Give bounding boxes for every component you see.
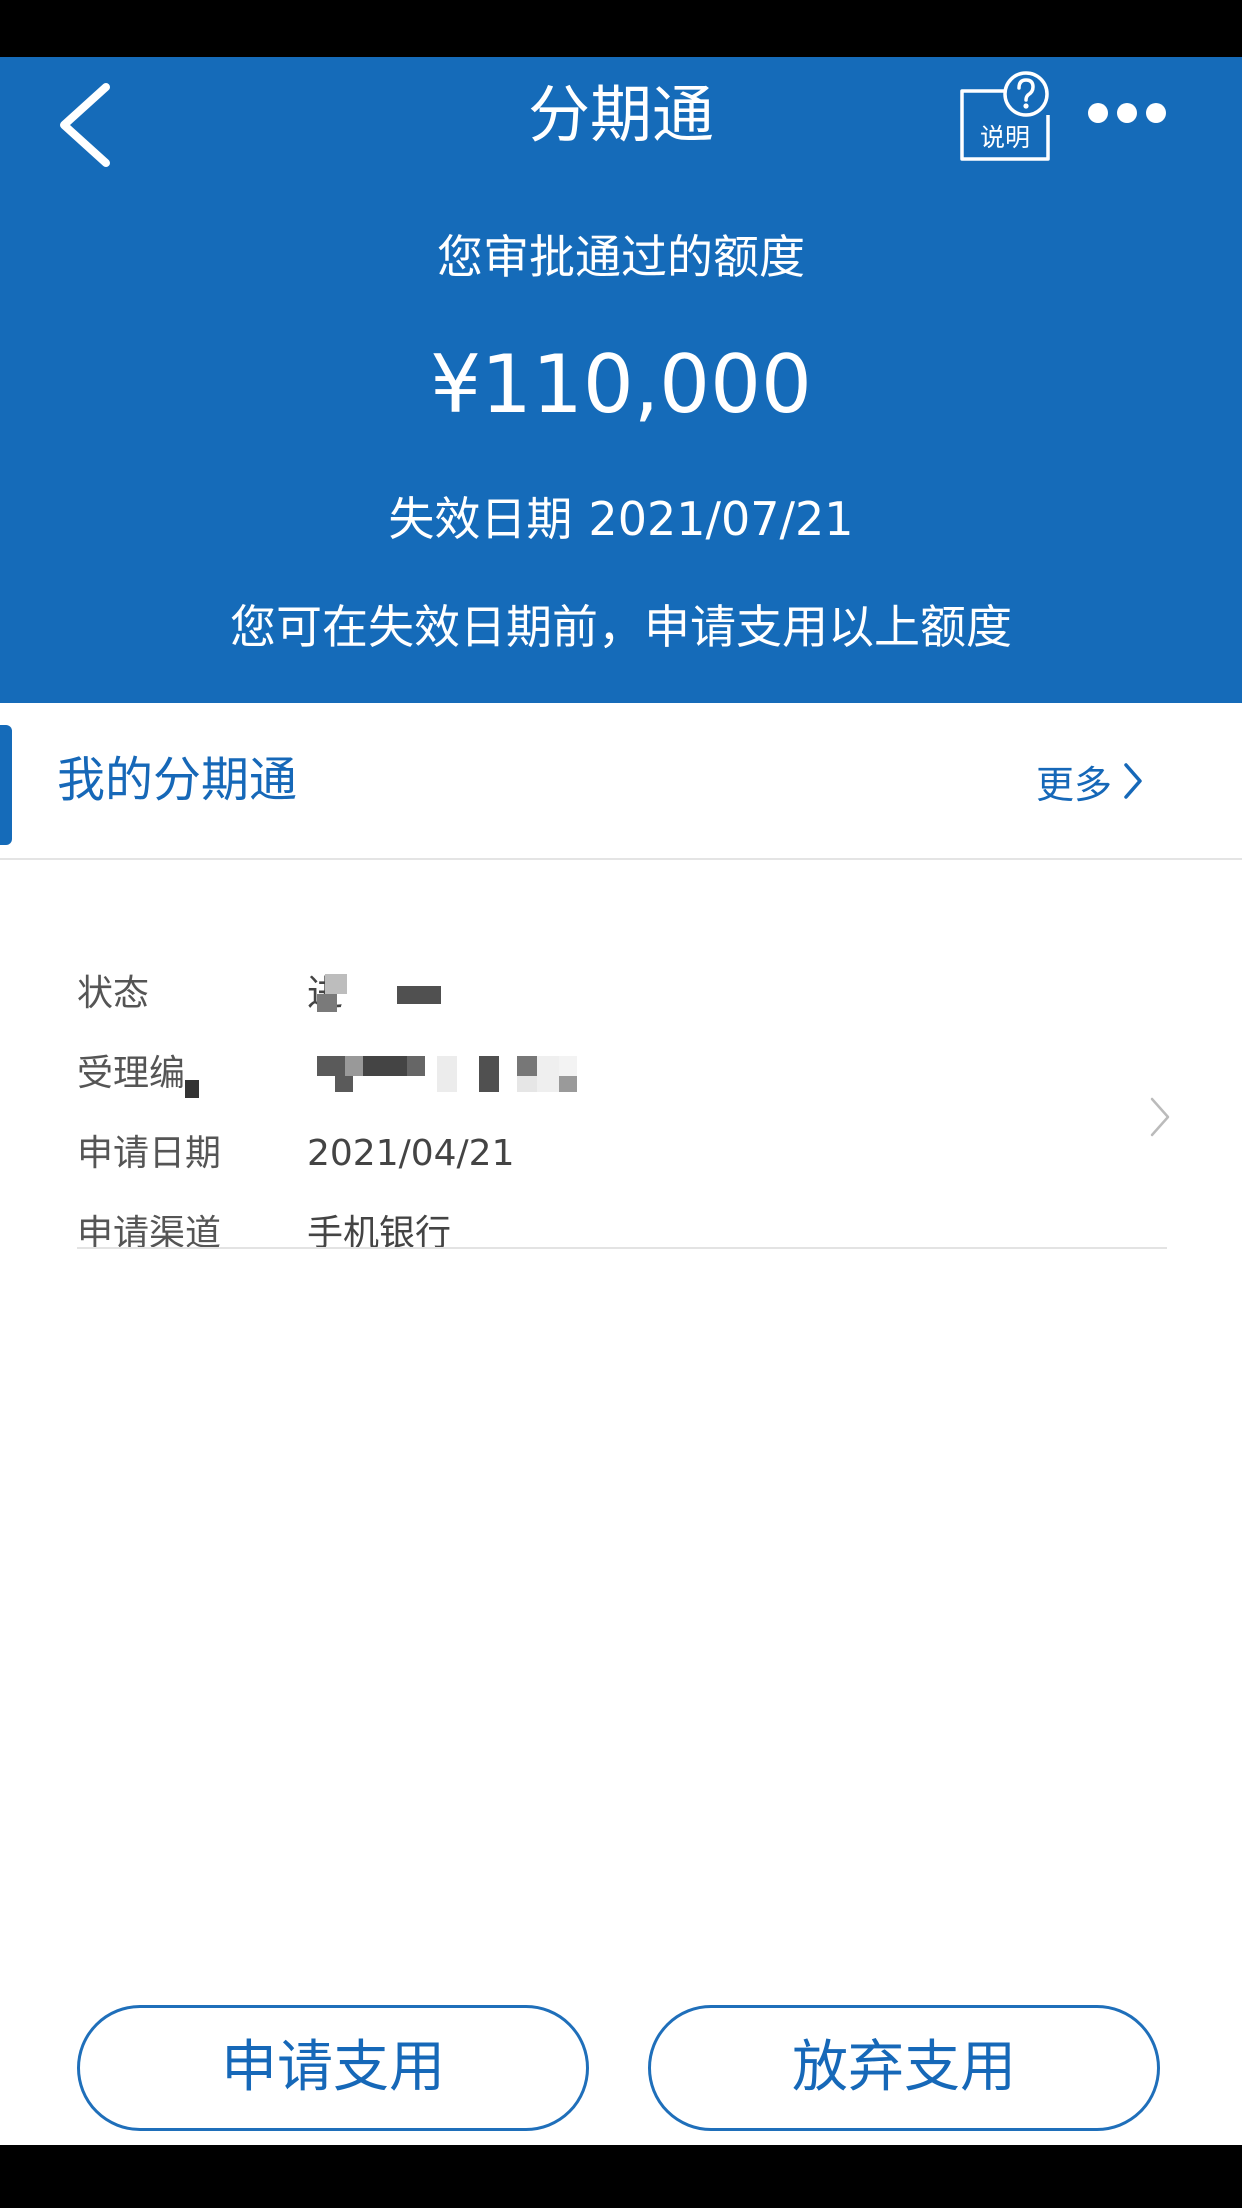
help-label: 说明 xyxy=(979,123,1030,152)
channel-row: 申请渠道 手机银行 xyxy=(77,1206,1077,1262)
channel-label: 申请渠道 xyxy=(77,1213,222,1254)
status-row: 状态 进 xyxy=(77,966,1077,1022)
installment-record[interactable]: 状态 进 受理编 xyxy=(0,860,1242,1254)
apply-drawdown-button[interactable]: 申请支用 xyxy=(77,2005,589,2131)
more-link-label: 更多 xyxy=(1036,762,1113,807)
more-dots-icon xyxy=(1088,103,1166,123)
more-link[interactable]: 更多 xyxy=(1036,753,1146,809)
more-options-button[interactable] xyxy=(1086,97,1168,129)
status-bar xyxy=(0,0,1242,57)
phone-screen: 分期通 说明 您审批通过的额度 ¥110,000 失效日期 2021/07/21… xyxy=(0,0,1242,2208)
approved-quota-amount: ¥110,000 xyxy=(430,338,812,431)
number-row: 受理编 xyxy=(77,1046,1077,1102)
quota-header: 分期通 说明 您审批通过的额度 ¥110,000 失效日期 2021/07/21… xyxy=(0,57,1242,703)
record-divider xyxy=(77,1247,1167,1249)
bottom-bar xyxy=(0,2145,1242,2208)
channel-value: 手机银行 xyxy=(307,1213,452,1254)
date-row: 申请日期 2021/04/21 xyxy=(77,1126,1077,1182)
date-value: 2021/04/21 xyxy=(307,1133,515,1174)
approved-quota-label: 您审批通过的额度 xyxy=(437,230,805,284)
usage-hint: 您可在失效日期前，申请支用以上额度 xyxy=(230,600,1012,654)
my-installments-header: 我的分期通 更多 xyxy=(0,703,1242,858)
status-label: 状态 xyxy=(77,973,150,1014)
chevron-right-icon xyxy=(1150,1097,1170,1137)
chevron-right-icon xyxy=(1124,763,1142,799)
date-label: 申请日期 xyxy=(77,1133,222,1174)
give-up-drawdown-button[interactable]: 放弃支用 xyxy=(648,2005,1160,2131)
page-title: 分期通 xyxy=(527,78,714,151)
app-content: 分期通 说明 您审批通过的额度 ¥110,000 失效日期 2021/07/21… xyxy=(0,57,1242,2145)
help-button[interactable]: 说明 xyxy=(958,69,1054,161)
number-label: 受理编 xyxy=(77,1053,186,1094)
section-title: 我的分期通 xyxy=(57,752,298,808)
expiry-label: 失效日期 xyxy=(388,492,573,546)
section-accent-bar xyxy=(0,725,12,845)
expiry-date: 2021/07/21 xyxy=(588,492,854,546)
expiry-line: 失效日期 2021/07/21 xyxy=(0,489,1242,549)
